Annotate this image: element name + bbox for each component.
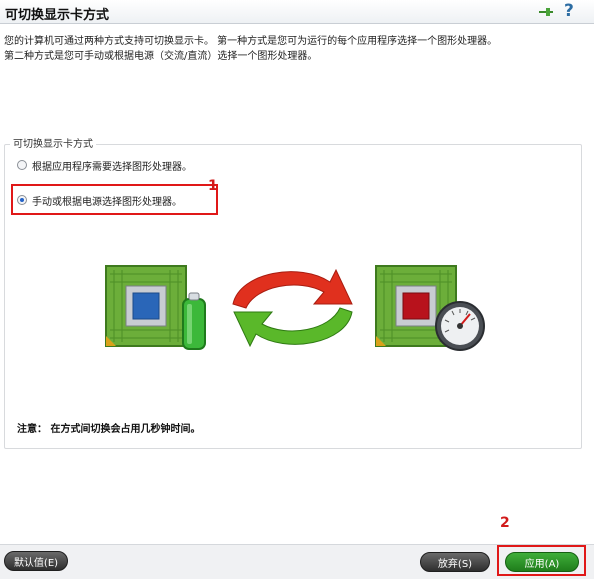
radio-button[interactable] [17,160,27,170]
radio-label: 手动或根据电源选择图形处理器。 [32,196,182,208]
intro-line-1: 您的计算机可通过两种方式支持可切换显示卡。 第一种方式是您可为运行的每个应用程序… [4,36,498,47]
pin-icon[interactable] [538,5,554,19]
step-marker-2: 2 [500,515,510,531]
radio-label: 根据应用程序需要选择图形处理器。 [32,161,192,173]
intro-line-2: 第二种方式是您可手动或根据电源（交流/直流）选择一个图形处理器。 [4,51,318,62]
integrated-gpu-board-icon [105,265,187,347]
step-marker-1: 1 [208,178,218,194]
switch-illustration [105,265,485,351]
default-button[interactable]: 默认值(E) [4,551,68,571]
gauge-icon [435,301,485,351]
help-icon[interactable]: ? [564,1,574,21]
radio-button-selected[interactable] [17,195,27,205]
cancel-button[interactable]: 放弃(S) [420,552,490,572]
mode-group-title: 可切换显示卡方式 [10,135,96,150]
battery-icon [182,292,206,350]
radio-option-per-application[interactable]: 根据应用程序需要选择图形处理器。 [17,157,192,173]
switch-arrows-icon [232,268,353,348]
intro-text: 您的计算机可通过两种方式支持可切换显示卡。 第一种方式是您可为运行的每个应用程序… [4,34,590,64]
radio-option-manual-or-power[interactable]: 手动或根据电源选择图形处理器。 [17,192,182,208]
window-title: 可切换显示卡方式 [5,8,110,23]
note-text: 注意： 在方式间切换会占用几秒钟时间。 [17,424,201,435]
highlight-box-2 [497,545,586,576]
title-bar: 可切换显示卡方式 ? [0,0,594,24]
